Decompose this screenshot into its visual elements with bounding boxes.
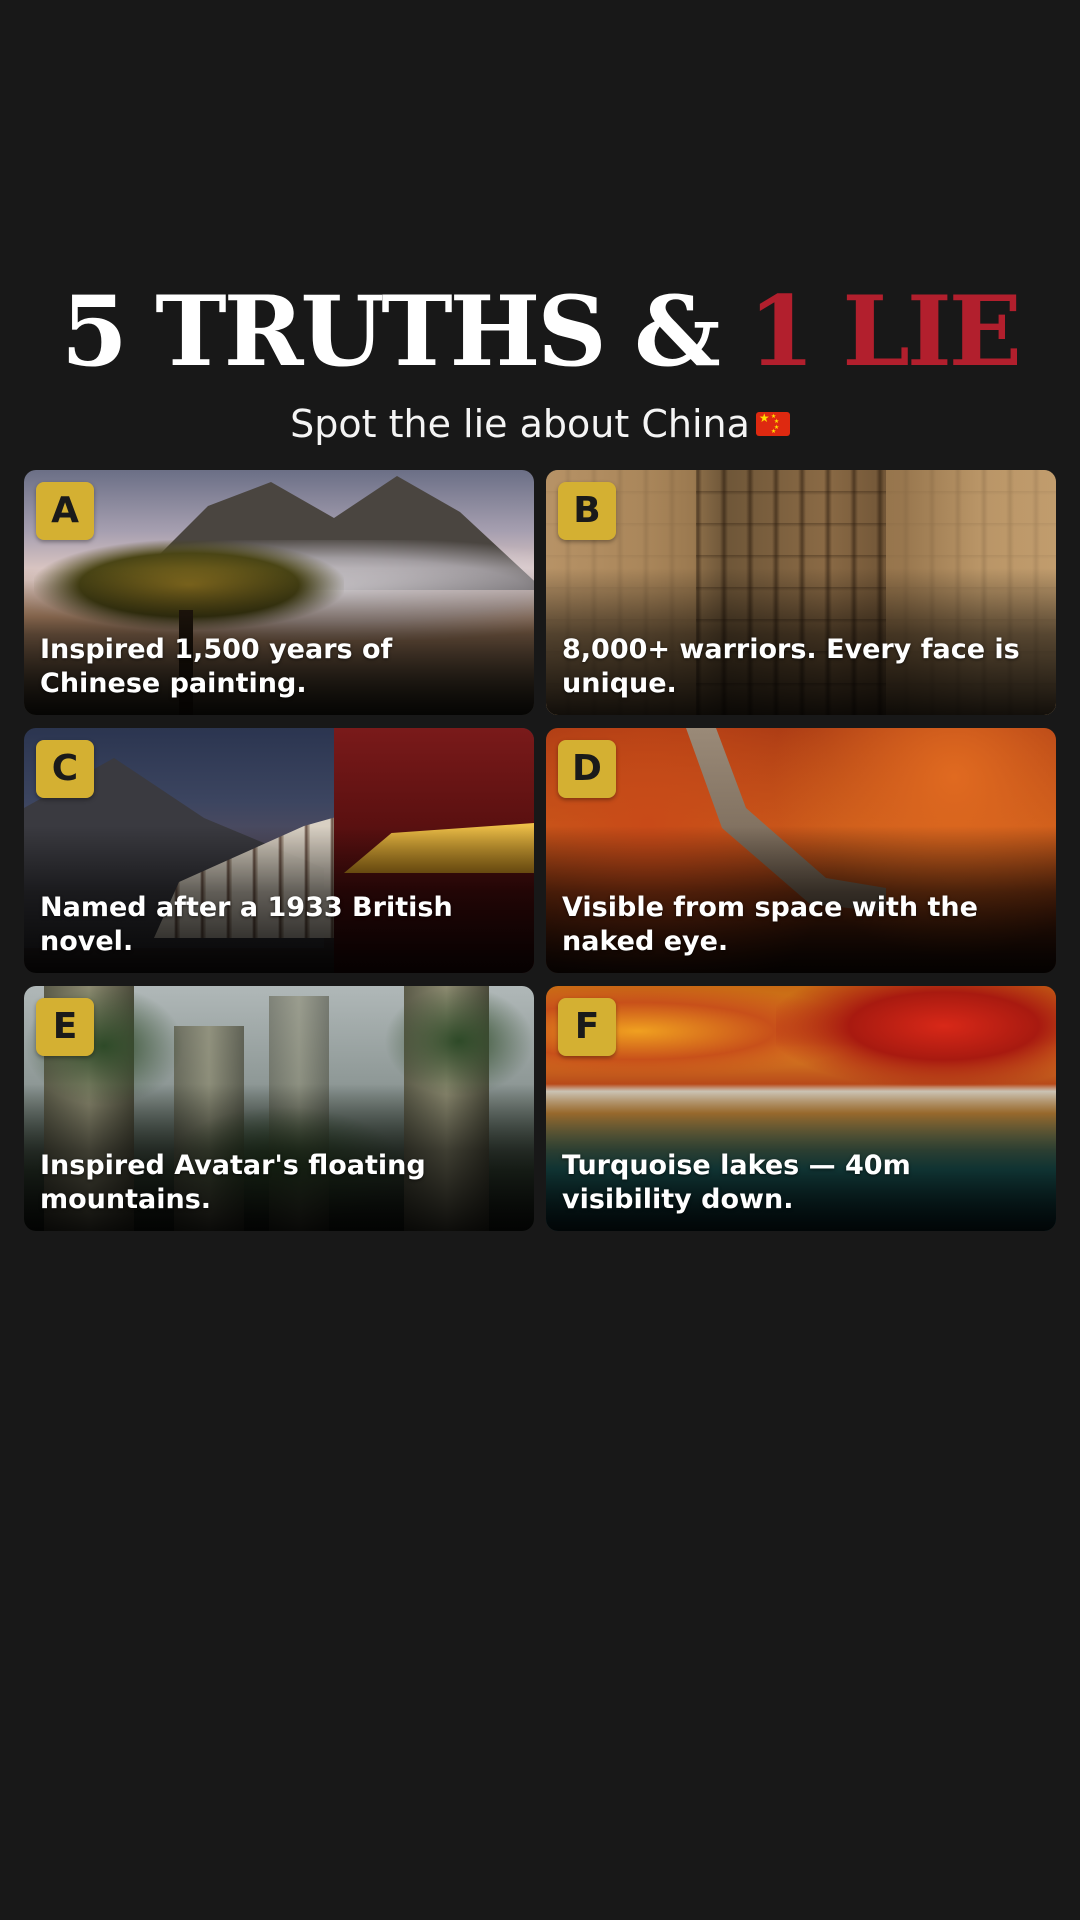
card-caption: Inspired 1,500 years of Chinese painting… bbox=[40, 634, 393, 699]
card-caption: Named after a 1933 British novel. bbox=[40, 892, 453, 957]
card-caption: Inspired Avatar's floating mountains. bbox=[40, 1150, 426, 1215]
title-accent: 1 LIE bbox=[748, 275, 1022, 388]
option-badge: F bbox=[558, 998, 616, 1056]
option-badge: E bbox=[36, 998, 94, 1056]
card-a[interactable]: A Inspired 1,500 years of Chinese painti… bbox=[24, 470, 534, 715]
subtitle-text: Spot the lie about China bbox=[290, 402, 750, 446]
china-flag-icon: ★ ★ ★ ★ ★ bbox=[755, 411, 790, 436]
card-d[interactable]: D Visible from space with the naked eye. bbox=[546, 728, 1056, 973]
page-title: 5 TRUTHS & 1 LIE bbox=[0, 282, 1080, 382]
option-badge: D bbox=[558, 740, 616, 798]
card-f[interactable]: F Turquoise lakes — 40m visibility down. bbox=[546, 986, 1056, 1231]
option-badge: B bbox=[558, 482, 616, 540]
card-e[interactable]: E Inspired Avatar's floating mountains. bbox=[24, 986, 534, 1231]
subtitle: Spot the lie about China ★ ★ ★ ★ ★ bbox=[0, 400, 1080, 448]
answer-grid: A Inspired 1,500 years of Chinese painti… bbox=[24, 470, 1056, 1231]
card-caption: Visible from space with the naked eye. bbox=[562, 892, 978, 957]
card-c[interactable]: C Named after a 1933 British novel. bbox=[24, 728, 534, 973]
card-caption: Turquoise lakes — 40m visibility down. bbox=[562, 1150, 911, 1215]
card-caption: 8,000+ warriors. Every face is unique. bbox=[562, 634, 1020, 699]
option-badge: A bbox=[36, 482, 94, 540]
option-badge: C bbox=[36, 740, 94, 798]
card-b[interactable]: B 8,000+ warriors. Every face is unique. bbox=[546, 470, 1056, 715]
title-main: 5 TRUTHS & bbox=[61, 275, 749, 388]
